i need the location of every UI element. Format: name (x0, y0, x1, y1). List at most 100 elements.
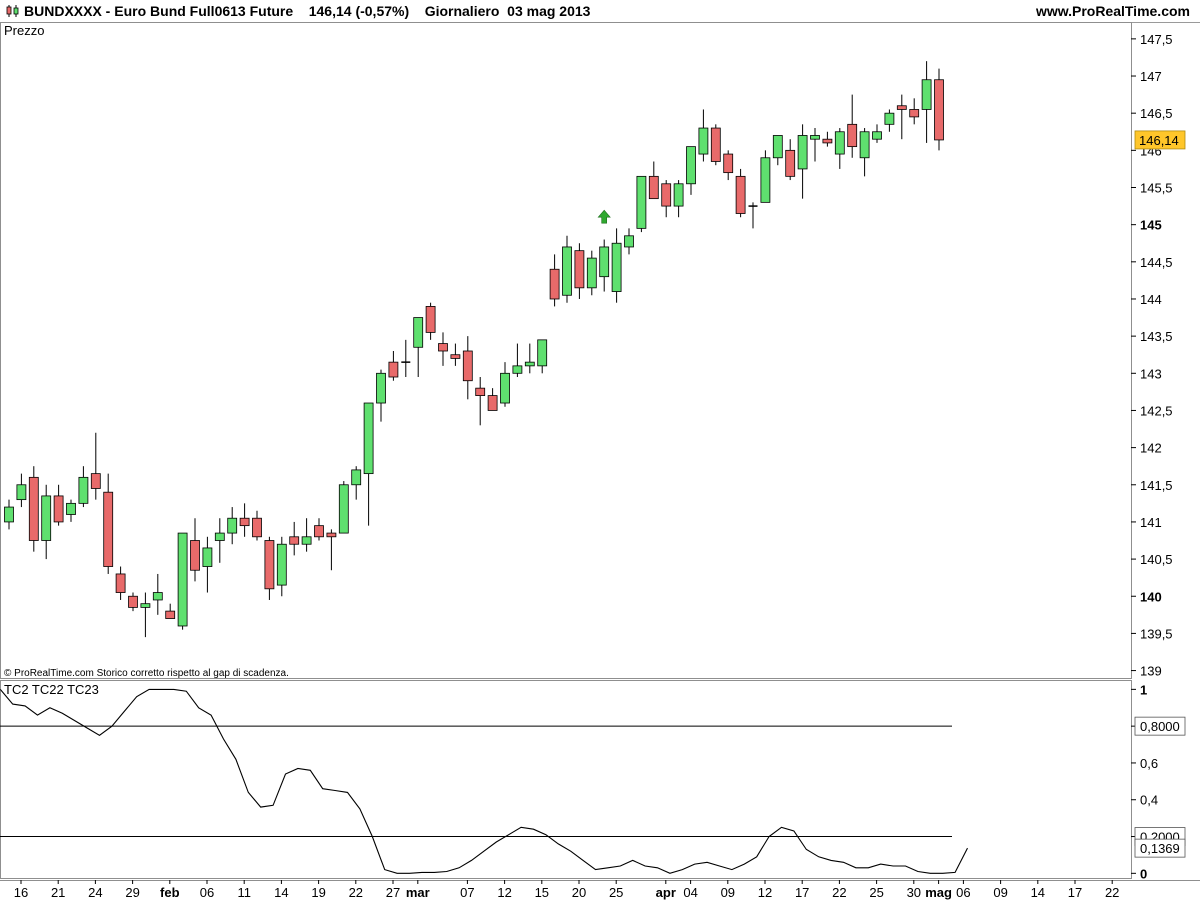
price-tick-label: 141 (1140, 515, 1162, 530)
price-tick-label: 147 (1140, 69, 1162, 84)
candle-down (648, 175, 659, 200)
candle-down (450, 354, 461, 359)
date-tick-label: 11 (237, 885, 251, 900)
price-tick-label: 143 (1140, 366, 1162, 381)
candle-up (921, 79, 932, 110)
date-tick-label: 22 (349, 885, 363, 900)
chart-area[interactable]: Prezzo © ProRealTime.com Storico corrett… (0, 0, 1200, 900)
candle-up (872, 131, 882, 140)
candle-up (140, 603, 151, 608)
candle-down (115, 573, 126, 593)
date-tick-label: 12 (497, 885, 511, 900)
indicator-series (0, 688, 968, 874)
date-tick-label: 17 (795, 885, 809, 900)
date-tick-label: 14 (1031, 885, 1045, 900)
candle-up (797, 135, 808, 170)
date-tick-label: 25 (609, 885, 623, 900)
date-tick-label: 15 (535, 885, 549, 900)
candle-up (834, 131, 845, 155)
date-tick-label: 07 (460, 885, 474, 900)
date-tick-label: feb (160, 885, 180, 900)
indicator-panel-label: TC2 TC22 TC23 (4, 682, 99, 697)
price-axis: 147,5147146,5146145,5145144,5144143,5143… (1131, 32, 1186, 679)
date-tick-label: 30 (907, 885, 921, 900)
date-tick-label: 09 (721, 885, 735, 900)
candle-down (103, 491, 114, 567)
candle-up (66, 502, 76, 515)
candle-down (710, 127, 721, 162)
current-indicator-label: 0,1369 (1140, 841, 1180, 856)
date-tick-label: 12 (758, 885, 772, 900)
candle-up (376, 372, 386, 404)
candle-down (847, 123, 858, 148)
candle-down (661, 183, 672, 207)
date-tick-label: mar (406, 885, 430, 900)
date-tick-label: 22 (832, 885, 846, 900)
candle-down (822, 138, 833, 144)
date-tick-label: 19 (311, 885, 325, 900)
date-tick-label: 21 (51, 885, 65, 900)
candle-down (314, 525, 324, 538)
candle-up (363, 402, 374, 475)
candle-up (537, 339, 548, 367)
price-tick-label: 140 (1140, 589, 1162, 604)
candle-up (177, 532, 188, 627)
candle-down (425, 306, 436, 333)
candle-up (524, 361, 535, 367)
candle-down (487, 395, 498, 411)
date-tick-label: 29 (125, 885, 139, 900)
candle-up (859, 131, 870, 159)
candle-up (810, 135, 820, 140)
date-tick-label: 25 (869, 885, 883, 900)
candlestick-series (4, 61, 944, 638)
candle-down (264, 540, 275, 590)
price-tick-label: 144 (1140, 292, 1162, 307)
date-tick-label: 04 (683, 885, 697, 900)
candle-up (760, 157, 771, 203)
price-tick-label: 139,5 (1140, 626, 1173, 641)
candle-up (301, 536, 312, 545)
candle-down (252, 517, 262, 538)
date-tick-label: apr (656, 885, 676, 900)
current-price-label: 146,14 (1139, 133, 1179, 148)
candle-up (227, 517, 238, 534)
indicator-tick-label: 0,4 (1140, 793, 1158, 808)
price-tick-label: 142,5 (1140, 403, 1173, 418)
signal-up-arrow-icon (597, 209, 611, 224)
candle-up (500, 372, 510, 404)
candle-down (723, 153, 734, 174)
date-tick-label: 06 (956, 885, 970, 900)
candle-up (202, 547, 213, 567)
price-panel-label: Prezzo (4, 23, 44, 38)
candle-up (16, 484, 27, 501)
candle-up (214, 532, 225, 541)
candle-up (78, 476, 89, 504)
date-tick-label: 17 (1068, 885, 1082, 900)
price-tick-label: 145 (1140, 218, 1162, 233)
indicator-tick-label: 0,6 (1140, 756, 1158, 771)
indicator-tick-label: 1 (1140, 682, 1147, 697)
candle-up (611, 242, 622, 292)
candle-down (735, 175, 746, 214)
candle-down (438, 343, 448, 352)
candle-down (896, 105, 907, 110)
candle-up (686, 146, 696, 185)
date-tick-label: 27 (386, 885, 400, 900)
candle-up (636, 175, 647, 229)
indicator-axis: 10,80000,60,40,200000,1369 (1131, 682, 1186, 881)
candle-down (934, 79, 944, 141)
date-tick-label: 16 (14, 885, 28, 900)
price-tick-label: 144,5 (1140, 255, 1173, 270)
date-tick-label: 24 (88, 885, 102, 900)
price-tick-label: 143,5 (1140, 329, 1173, 344)
candle-down (239, 517, 250, 527)
candle-down (53, 495, 64, 523)
date-axis: 16 21 24 29 feb 06 11 14 19 22 27 mar 07 12 15 20 25 apr 0… (14, 880, 1119, 900)
candle-up (772, 135, 783, 159)
candle-down (128, 595, 138, 608)
price-tick-label: 141,5 (1140, 478, 1173, 493)
date-tick-label: 20 (572, 885, 586, 900)
candle-up (562, 246, 572, 296)
panel-frames (0, 22, 1200, 881)
price-tick-label: 145,5 (1140, 181, 1173, 196)
